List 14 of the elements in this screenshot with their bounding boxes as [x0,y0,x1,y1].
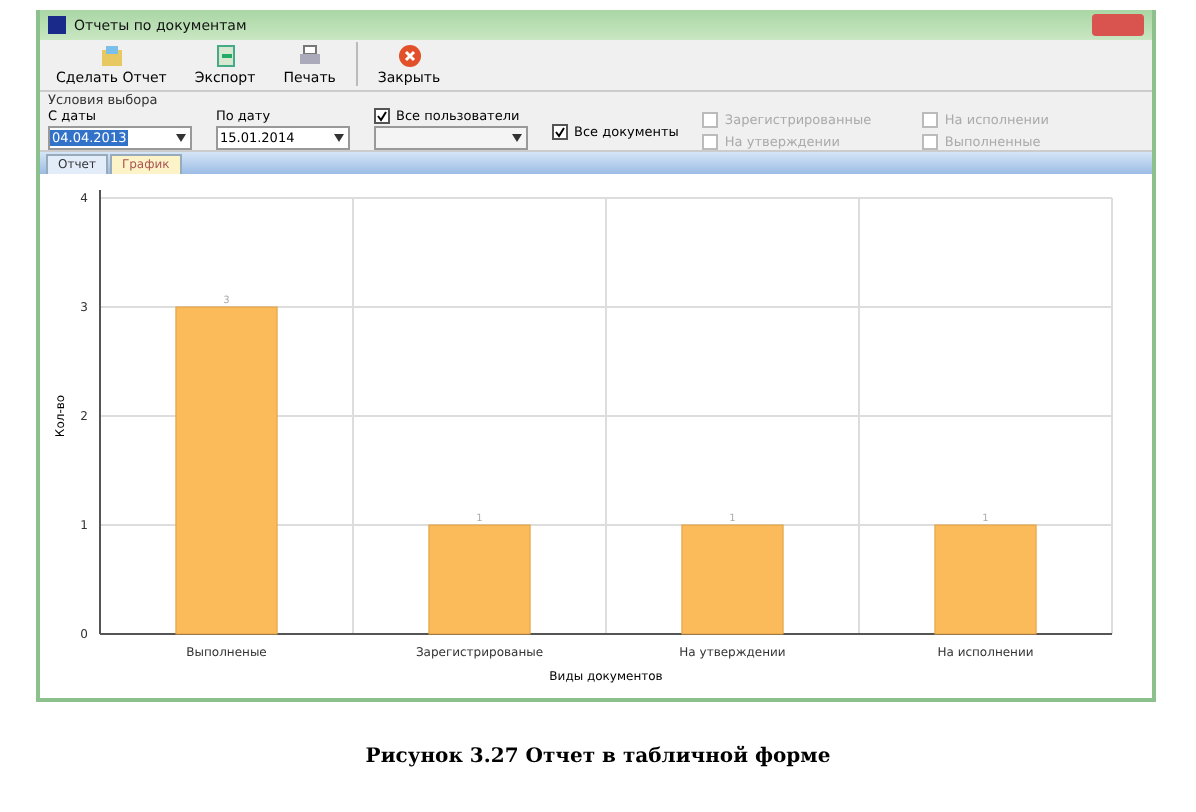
folder-icon [99,44,124,69]
app-icon [48,16,66,35]
caret-icon [512,134,522,143]
export-icon [213,44,238,69]
printer-icon [297,44,322,69]
bar [934,524,1037,635]
bar [681,524,784,635]
user-dropdown[interactable] [374,126,528,151]
bar [428,524,531,635]
caret-icon [334,134,344,143]
figure-caption: Рисунок 3.27 Отчет в табличной форме [365,746,831,768]
check-icon [554,126,566,139]
caret-icon [176,134,186,143]
check-icon [376,110,388,123]
